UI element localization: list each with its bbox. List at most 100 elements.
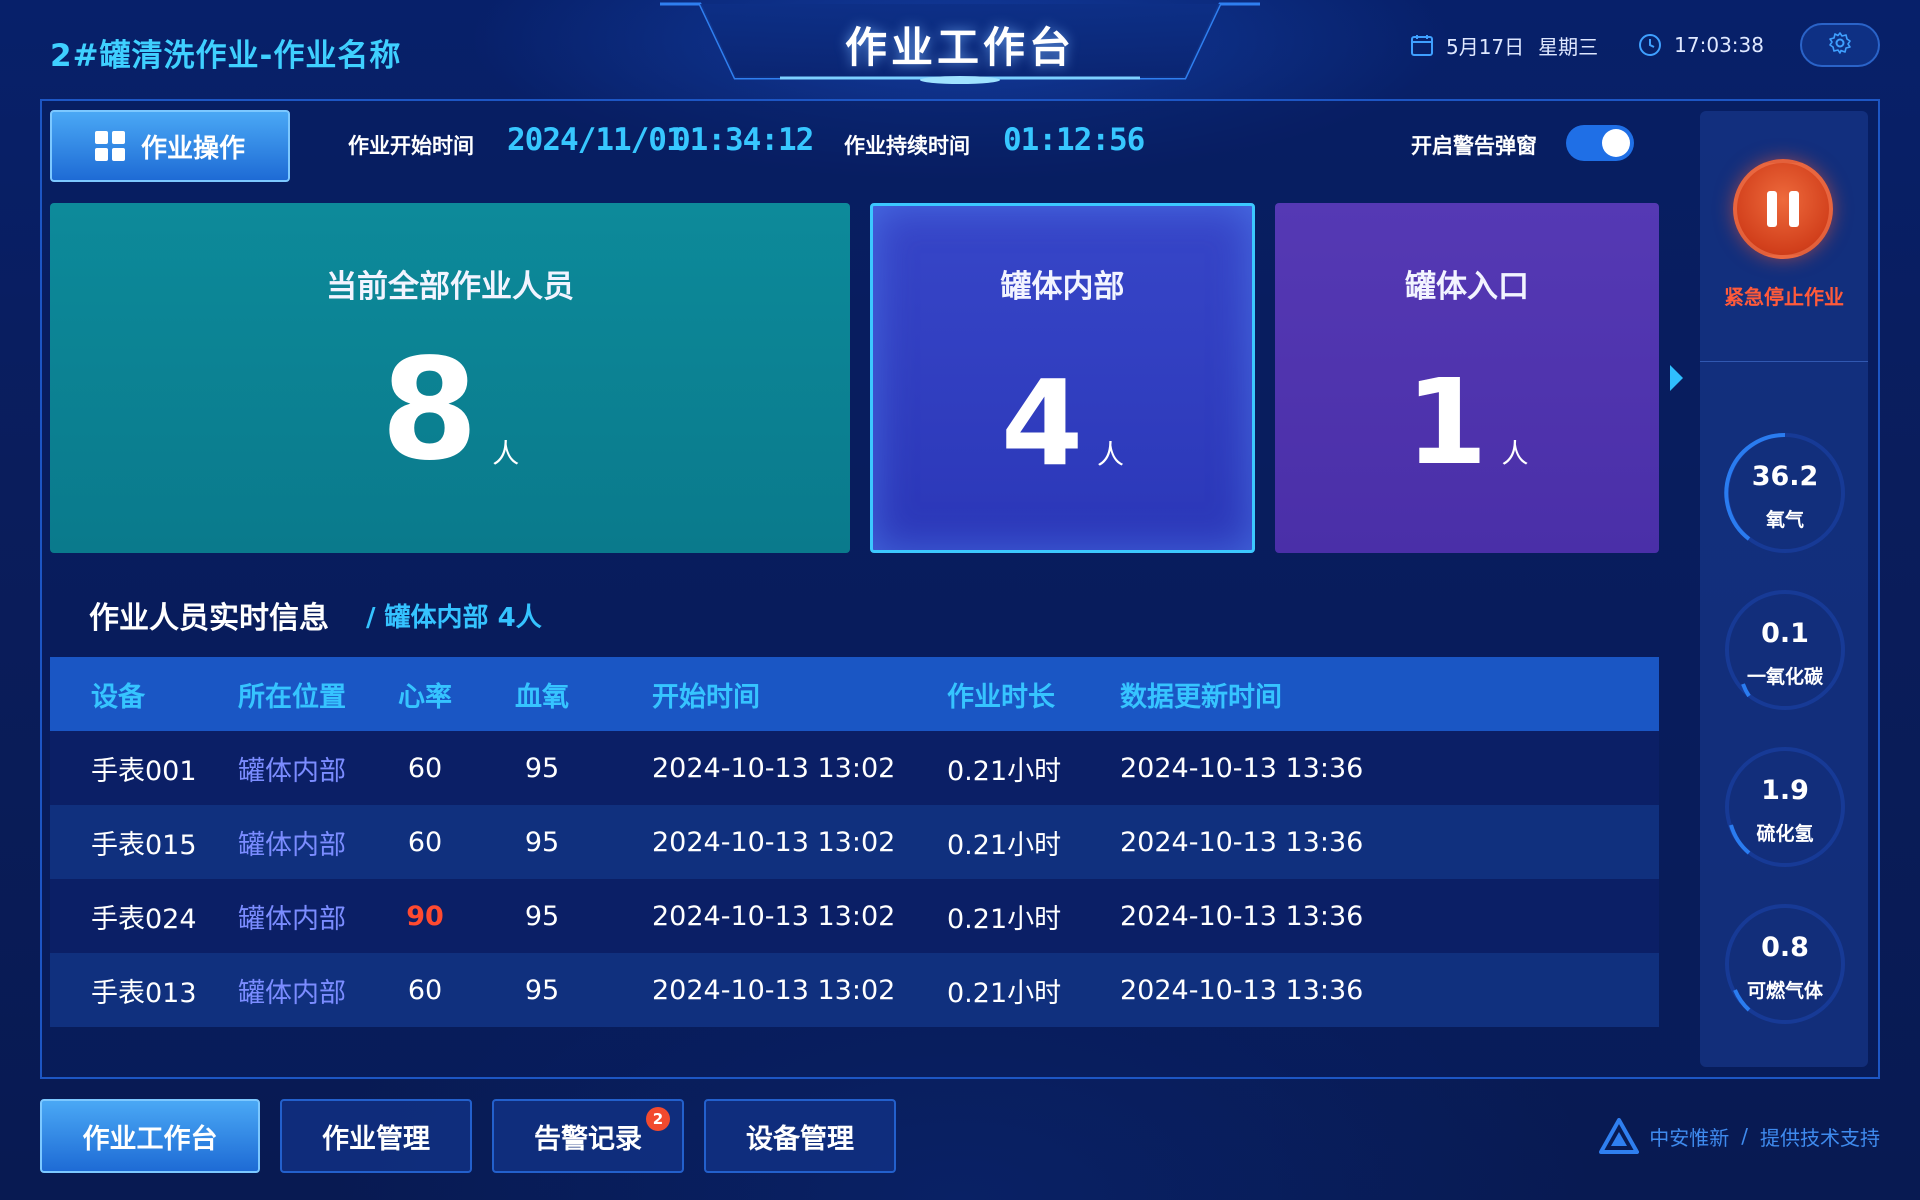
cell-heart-rate-alert: 90: [406, 900, 444, 932]
duration-label: 作业持续时间: [844, 134, 970, 158]
cell-heart-rate: 60: [407, 826, 443, 858]
card-tank-inside[interactable]: 罐体内部 4 人: [870, 203, 1255, 553]
col-start-time: 开始时间: [652, 681, 760, 713]
page-title: 作业工作台: [844, 23, 1075, 72]
grid-icon: [94, 131, 125, 161]
header: 2#罐清洗作业-作业名称 作业工作台 5月17日 星期三 17:03:38: [0, 0, 1920, 96]
cell-blood-oxygen: 95: [524, 752, 560, 784]
cell-blood-oxygen: 95: [524, 974, 560, 1006]
gauge-h2s-value: 1.9: [1761, 775, 1809, 806]
col-update-time: 数据更新时间: [1120, 681, 1282, 713]
nav-job-management[interactable]: 作业管理: [280, 1099, 472, 1173]
gauge-co-name: 一氧化碳: [1746, 666, 1823, 688]
cell-duration: 0.21小时: [947, 755, 1062, 787]
col-duration: 作业时长: [947, 681, 1055, 713]
cell-update-time: 2024-10-13 13:36: [1120, 900, 1364, 932]
sidebar-divider: [1700, 361, 1868, 362]
card-entrance-unit: 人: [1501, 439, 1529, 470]
cell-location: 罐体内部: [238, 829, 346, 861]
nav-workbench[interactable]: 作业工作台: [40, 1099, 260, 1173]
gauge-h2s-name: 硫化氢: [1756, 823, 1814, 845]
company-logo-icon: [1599, 1118, 1640, 1154]
date-display: 5月17日 星期三: [1410, 31, 1612, 60]
footer-separator: /: [1741, 1124, 1748, 1148]
workers-table: 设备 所在位置 心率 血氧 开始时间 作业时长 数据更新时间 手表001 罐体内…: [50, 657, 1659, 1027]
time-display: 17:03:38: [1638, 33, 1764, 57]
nav-device-management-label: 设备管理: [746, 1123, 854, 1155]
cell-update-time: 2024-10-13 13:36: [1120, 974, 1364, 1006]
gauge-oxygen-name: 氧气: [1765, 509, 1804, 531]
card-total-unit: 人: [492, 439, 520, 470]
start-date-value: 2024/11/01: [507, 122, 685, 158]
alert-popup-label: 开启警告弹窗: [1411, 134, 1537, 158]
cell-device: 手表013: [91, 977, 197, 1009]
cell-update-time: 2024-10-13 13:36: [1120, 752, 1364, 784]
gear-icon: [1828, 31, 1852, 59]
company-name: 中安惟新: [1649, 1125, 1730, 1150]
cell-heart-rate: 60: [407, 974, 443, 1006]
alert-popup-toggle[interactable]: [1566, 125, 1634, 161]
table-row[interactable]: 手表001 罐体内部 60 95 2024-10-13 13:02 0.21小时…: [50, 731, 1659, 805]
cell-blood-oxygen: 95: [524, 900, 560, 932]
nav-device-management[interactable]: 设备管理: [704, 1099, 896, 1173]
table-row[interactable]: 手表015 罐体内部 60 95 2024-10-13 13:02 0.21小时…: [50, 805, 1659, 879]
col-location: 所在位置: [238, 681, 346, 713]
time-text: 17:03:38: [1674, 33, 1764, 57]
app-title: 2#罐清洗作业-作业名称: [50, 38, 402, 74]
cell-device: 手表001: [91, 755, 197, 787]
card-inside-unit: 人: [1097, 440, 1125, 471]
table-row[interactable]: 手表024 罐体内部 90 95 2024-10-13 13:02 0.21小时…: [50, 879, 1659, 953]
cell-start-time: 2024-10-13 13:02: [652, 900, 896, 932]
settings-button[interactable]: [1800, 23, 1880, 67]
cell-blood-oxygen: 95: [524, 826, 560, 858]
card-entrance-title: 罐体入口: [1405, 269, 1529, 305]
start-time-label: 作业开始时间: [348, 134, 474, 158]
cell-start-time: 2024-10-13 13:02: [652, 826, 896, 858]
cell-device: 手表024: [91, 903, 197, 935]
pause-icon-bar: [1789, 191, 1799, 227]
gauge-combustible-gas: 0.8 可燃气体: [1723, 902, 1847, 1026]
gauge-combustible-value: 0.8: [1761, 932, 1809, 963]
sensor-sidebar: 紧急停止作业 36.2 氧气 0.1 一氧化碳 1.9 硫化氢 0.8 可燃气体: [1700, 111, 1868, 1067]
calendar-icon: [1410, 33, 1434, 57]
ops-button-label: 作业操作: [140, 133, 245, 164]
nav-workbench-label: 作业工作台: [82, 1123, 218, 1155]
cell-update-time: 2024-10-13 13:36: [1120, 826, 1364, 858]
gauge-oxygen-value: 36.2: [1751, 461, 1819, 492]
card-entrance-count: 1: [1405, 353, 1488, 491]
card-entrance-count-wrap: 1 人: [1275, 363, 1659, 481]
col-device: 设备: [91, 681, 145, 713]
gauge-carbon-monoxide: 0.1 一氧化碳: [1723, 588, 1847, 712]
support-text: 提供技术支持: [1760, 1125, 1880, 1150]
gauge-co-value: 0.1: [1761, 618, 1809, 649]
cell-start-time: 2024-10-13 13:02: [652, 974, 896, 1006]
card-inside-count-wrap: 4 人: [873, 364, 1252, 482]
nav-alarm-records-label: 告警记录: [534, 1123, 642, 1155]
nav-job-management-label: 作业管理: [322, 1123, 430, 1155]
clock-icon: [1638, 33, 1662, 57]
col-heart-rate: 心率: [398, 681, 452, 713]
alarm-count-badge: 2: [646, 1107, 670, 1131]
card-total-count-wrap: 8 人: [50, 341, 850, 481]
card-total-workers[interactable]: 当前全部作业人员 8 人: [50, 203, 850, 553]
cell-location: 罐体内部: [238, 903, 346, 935]
section-subtitle: / 罐体内部 4人: [366, 603, 542, 633]
table-header: 设备 所在位置 心率 血氧 开始时间 作业时长 数据更新时间: [50, 657, 1659, 731]
col-blood-oxygen: 血氧: [515, 681, 569, 713]
ops-button[interactable]: 作业操作: [50, 110, 290, 182]
cell-location: 罐体内部: [238, 755, 346, 787]
gauge-combustible-name: 可燃气体: [1746, 980, 1823, 1002]
card-tank-entrance[interactable]: 罐体入口 1 人: [1275, 203, 1659, 553]
emergency-stop-button[interactable]: [1733, 159, 1833, 259]
cell-location: 罐体内部: [238, 977, 346, 1009]
nav-alarm-records[interactable]: 告警记录 2: [492, 1099, 684, 1173]
weekday-text: 星期三: [1538, 34, 1599, 59]
emergency-stop-label: 紧急停止作业: [1724, 285, 1844, 309]
pause-icon: [1767, 191, 1777, 227]
gauge-oxygen: 36.2 氧气: [1723, 431, 1847, 555]
date-text: 5月17日: [1445, 34, 1525, 59]
section-title: 作业人员实时信息: [89, 601, 329, 636]
center-title-frame: 作业工作台: [660, 0, 1260, 84]
card-scroll-right-arrow-icon[interactable]: [1670, 365, 1683, 391]
table-row[interactable]: 手表013 罐体内部 60 95 2024-10-13 13:02 0.21小时…: [50, 953, 1659, 1027]
